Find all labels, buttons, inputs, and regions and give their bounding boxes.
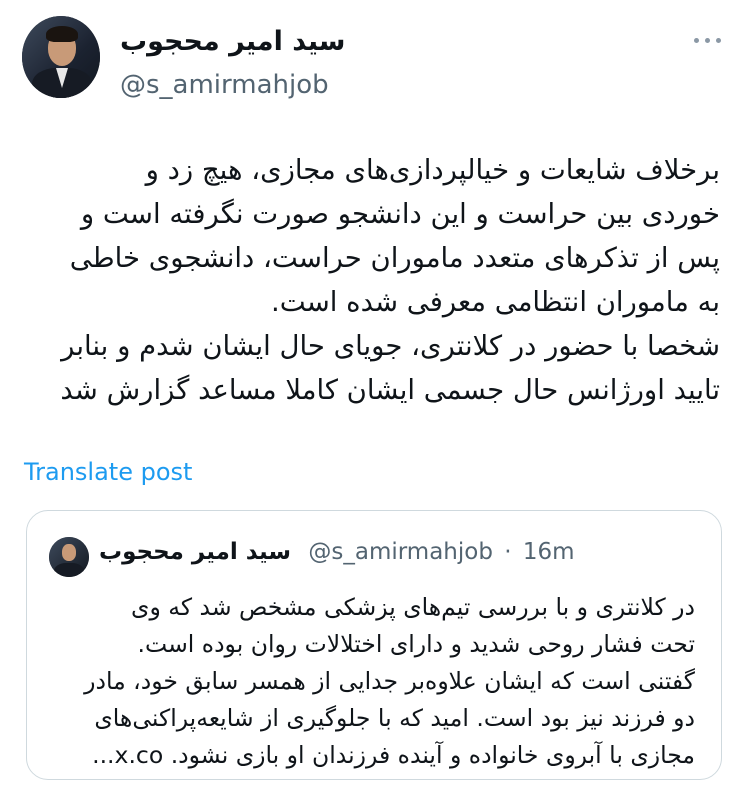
author-name[interactable]: سید امیر محجوب (120, 26, 345, 57)
quoted-author-handle: @s_amirmahjob (308, 539, 493, 565)
tweet-text: برخلاف شایعات و خیالپردازی‌های مجازی، هی… (60, 154, 720, 406)
translate-post-link[interactable]: Translate post (24, 458, 192, 486)
quoted-tweet-text: در کلانتری و با بررسی تیم‌های پزشکی مشخص… (84, 593, 695, 769)
quoted-author-name: سید امیر محجوب (99, 539, 292, 565)
author-handle[interactable]: @s_amirmahjob (120, 70, 329, 100)
tweet-header: سید امیر محجوب @s_amirmahjob (22, 16, 722, 102)
author-avatar[interactable] (22, 16, 100, 98)
more-options-icon[interactable] (692, 30, 724, 50)
quoted-timestamp: 16m (522, 539, 575, 565)
quoted-author-avatar (49, 537, 89, 577)
quoted-tweet[interactable]: سید امیر محجوب @s_amirmahjob · 16m در کل… (26, 510, 722, 780)
separator-dot: · (504, 539, 512, 565)
quoted-tweet-header: سید امیر محجوب @s_amirmahjob · 16m (99, 539, 575, 565)
